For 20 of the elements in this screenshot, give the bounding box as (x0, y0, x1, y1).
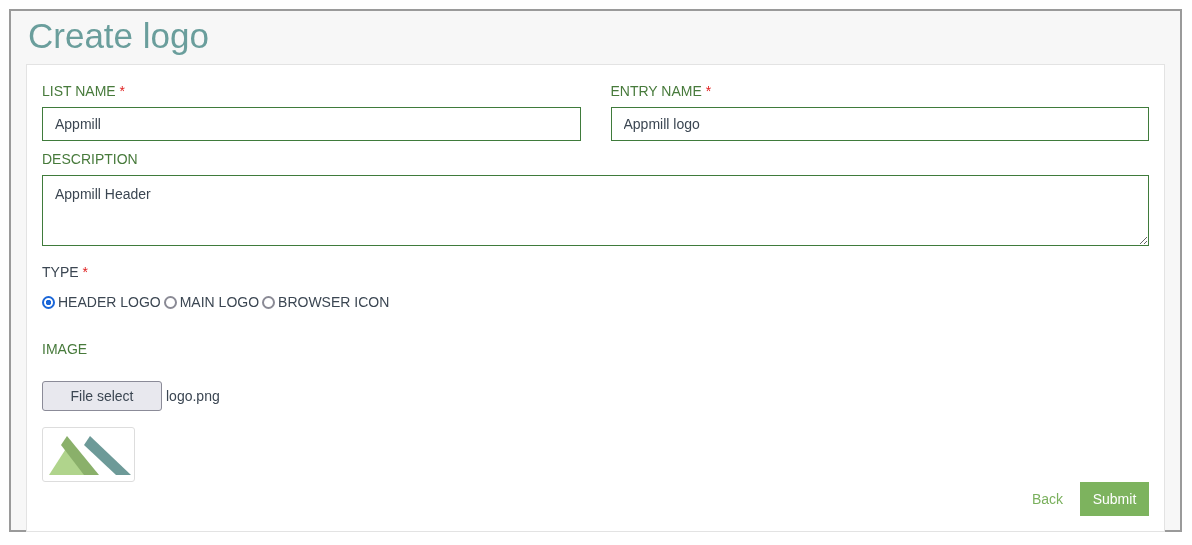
field-label: ENTRY NAME (610, 83, 702, 99)
required-mark: * (705, 83, 712, 99)
page-title: Create logo (28, 18, 210, 53)
field-label: IMAGE (42, 340, 88, 359)
radio-button[interactable] (42, 296, 55, 309)
field-label: TYPE (42, 264, 79, 280)
text-field[interactable]: Appmill logo (610, 107, 1149, 141)
field-label: LIST NAME (42, 83, 116, 99)
radio-label[interactable]: MAIN LOGO (179, 292, 260, 313)
field-label: DESCRIPTION (42, 150, 138, 169)
file-select-button[interactable]: File select (42, 381, 162, 411)
required-mark: * (82, 264, 88, 280)
radio-button[interactable] (163, 296, 177, 309)
description-field[interactable]: Appmill Header (42, 175, 1149, 246)
file-name: logo.png (166, 386, 220, 406)
required-mark: * (119, 83, 125, 99)
text-field[interactable]: Appmill (42, 107, 581, 141)
radio-button[interactable] (262, 296, 276, 309)
radio-label[interactable]: HEADER LOGO (58, 292, 161, 313)
radio-label[interactable]: BROWSER ICON (278, 292, 390, 313)
